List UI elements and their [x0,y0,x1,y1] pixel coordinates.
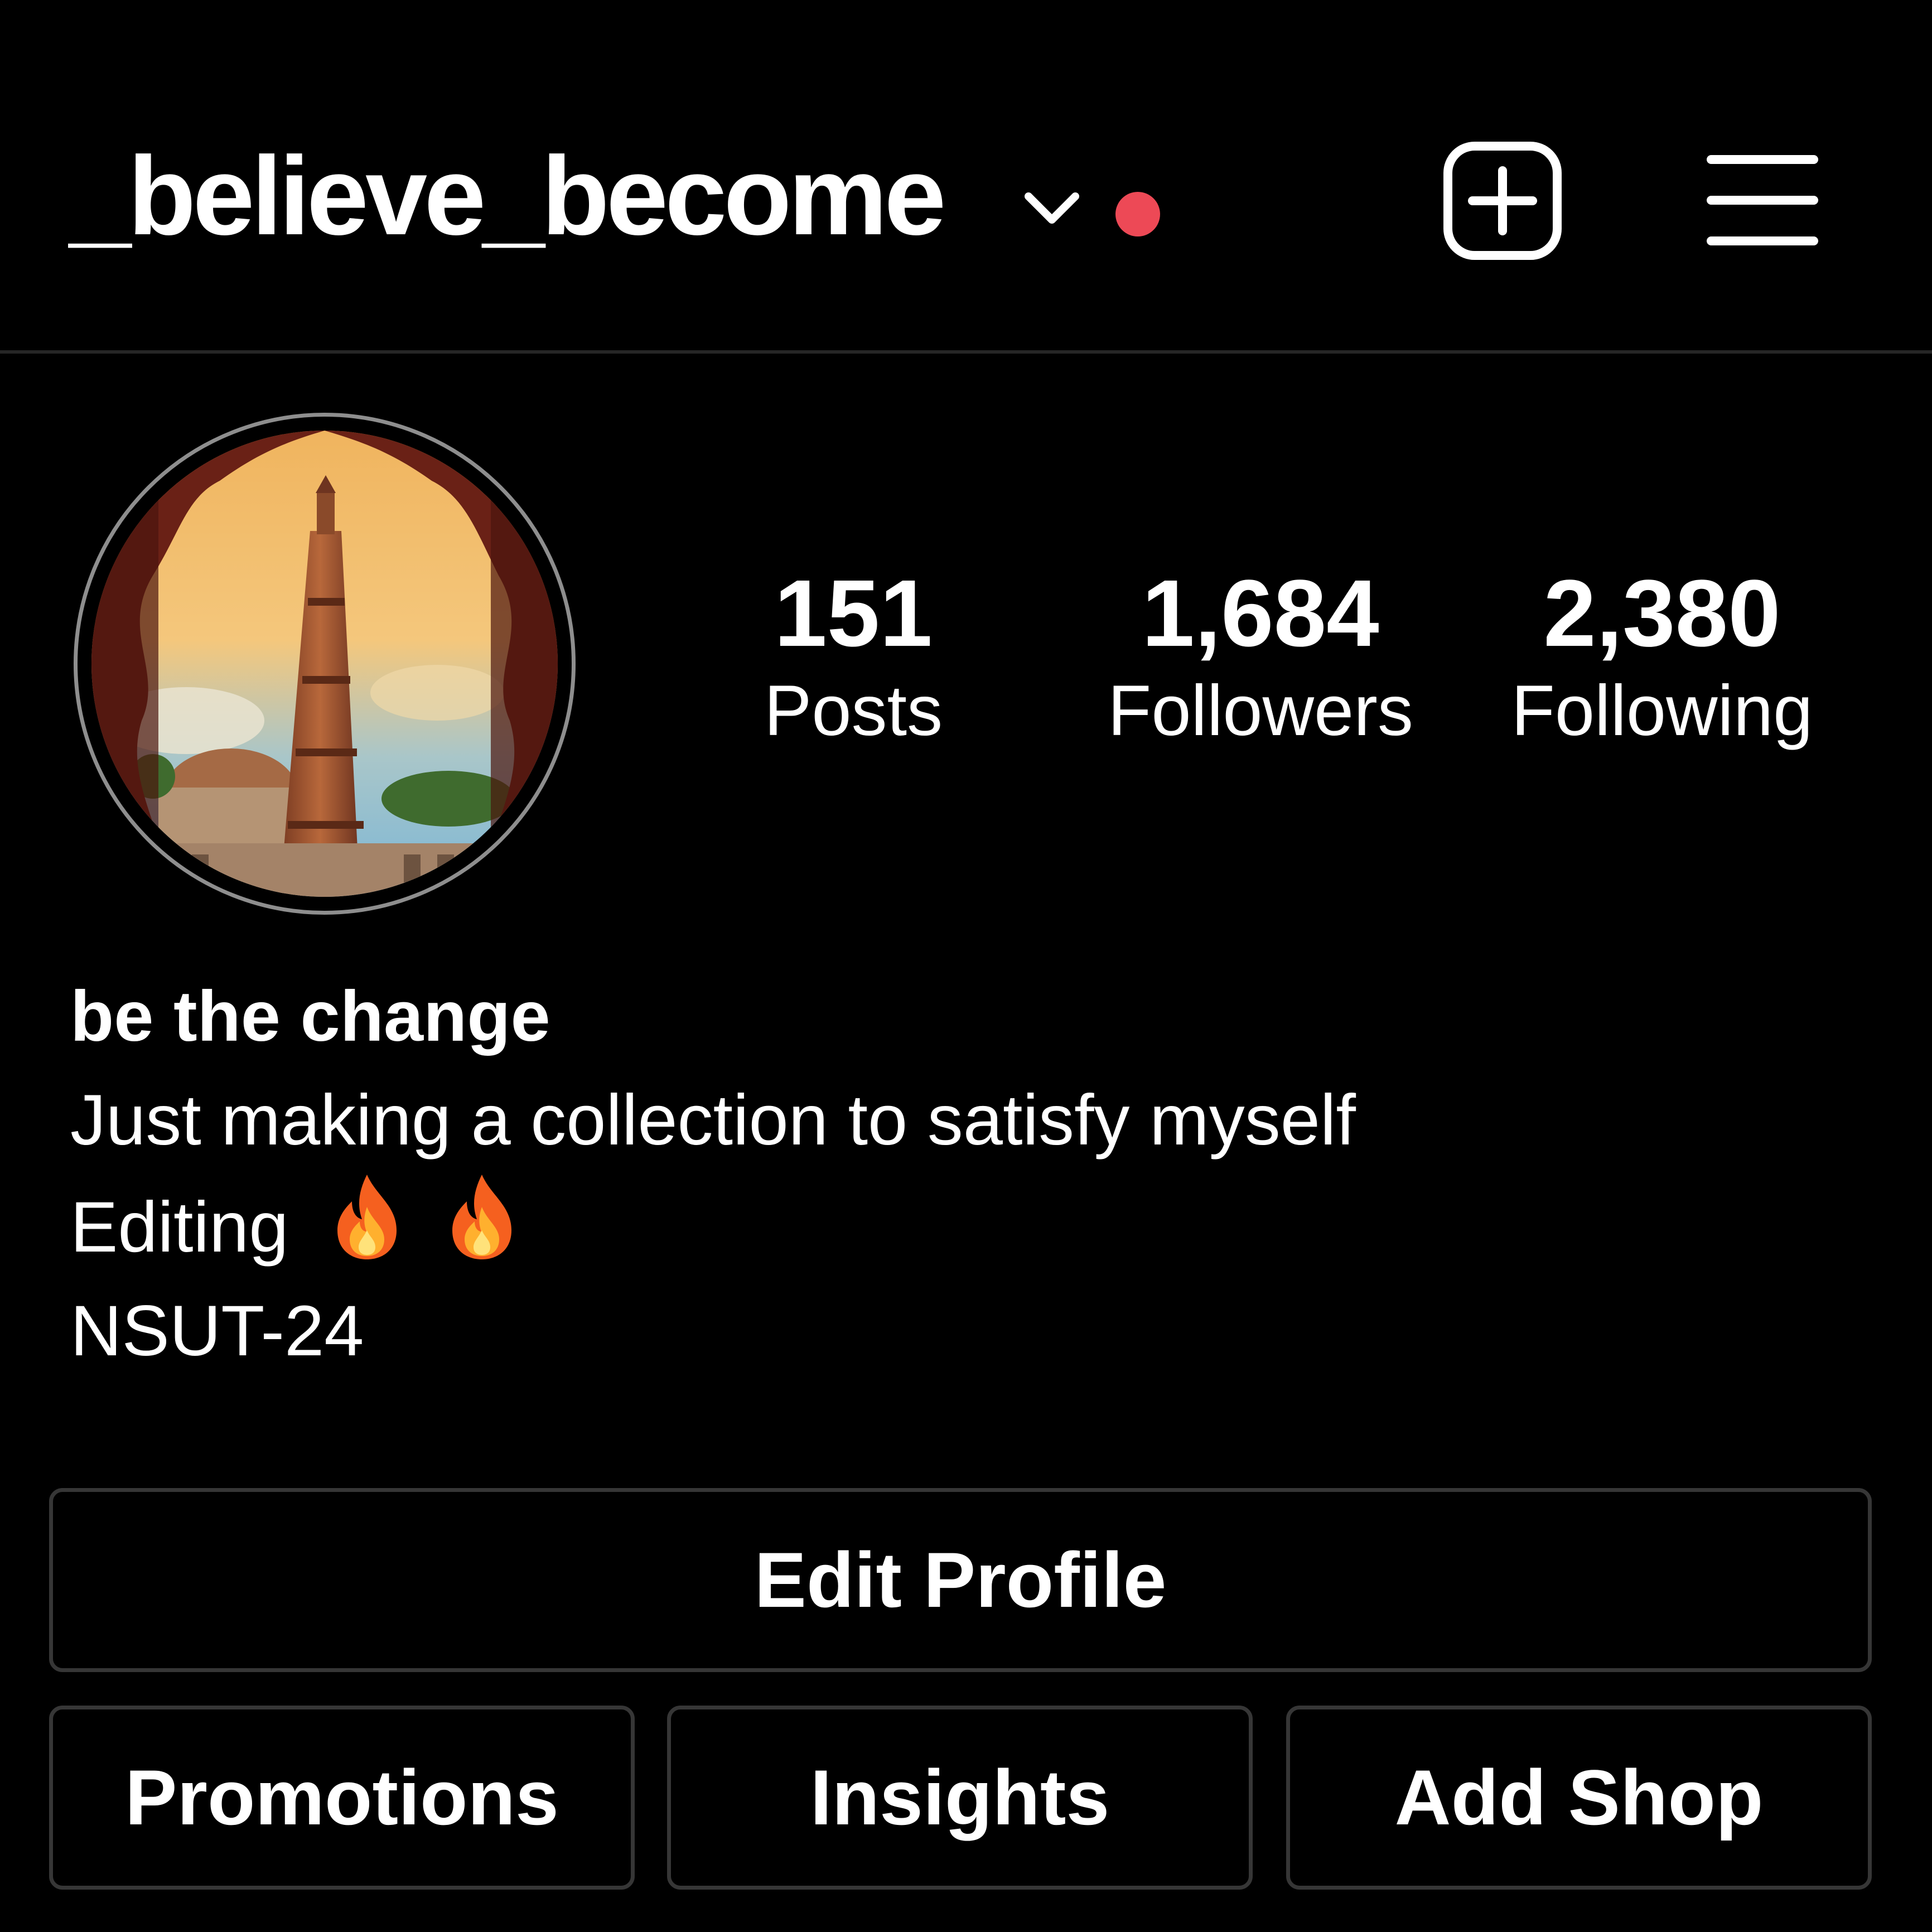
insights-button[interactable]: Insights [667,1706,1253,1890]
posts-count: 151 [774,561,933,666]
followers-stat[interactable]: 1,684 Followers [1076,558,1445,753]
bio-line-editing: Editing [70,1172,1855,1279]
fire-emoji-icon [452,1175,511,1259]
following-count: 2,380 [1543,561,1781,666]
display-name: be the change [70,977,550,1056]
new-post-icon[interactable] [1441,139,1564,262]
qutub-minar-photo [91,431,558,897]
bio-editing-text: Editing [70,1187,289,1267]
add-shop-button[interactable]: Add Shop [1286,1706,1872,1890]
followers-count: 1,684 [1142,561,1379,666]
posts-label: Posts [764,671,943,751]
account-username[interactable]: _believe_become [69,129,946,263]
promotions-button[interactable]: Promotions [49,1706,635,1890]
bio-line: Just making a collection to satisfy myse… [70,1080,1356,1160]
chevron-down-icon[interactable] [1018,184,1085,234]
following-stat[interactable]: 2,380 Following [1484,558,1841,753]
posts-stat[interactable]: 151 Posts [725,558,982,753]
menu-icon[interactable] [1707,153,1818,248]
followers-label: Followers [1108,671,1413,751]
bio: be the change Just making a collection t… [70,965,1855,1383]
header-divider [0,350,1932,354]
avatar[interactable] [91,431,558,897]
bio-line: NSUT-24 [70,1291,364,1371]
fire-emoji-icon [337,1175,397,1259]
top-bar: _believe_become [0,0,1932,352]
notification-dot [1115,192,1160,236]
edit-profile-button[interactable]: Edit Profile [49,1488,1872,1672]
following-label: Following [1511,671,1813,751]
